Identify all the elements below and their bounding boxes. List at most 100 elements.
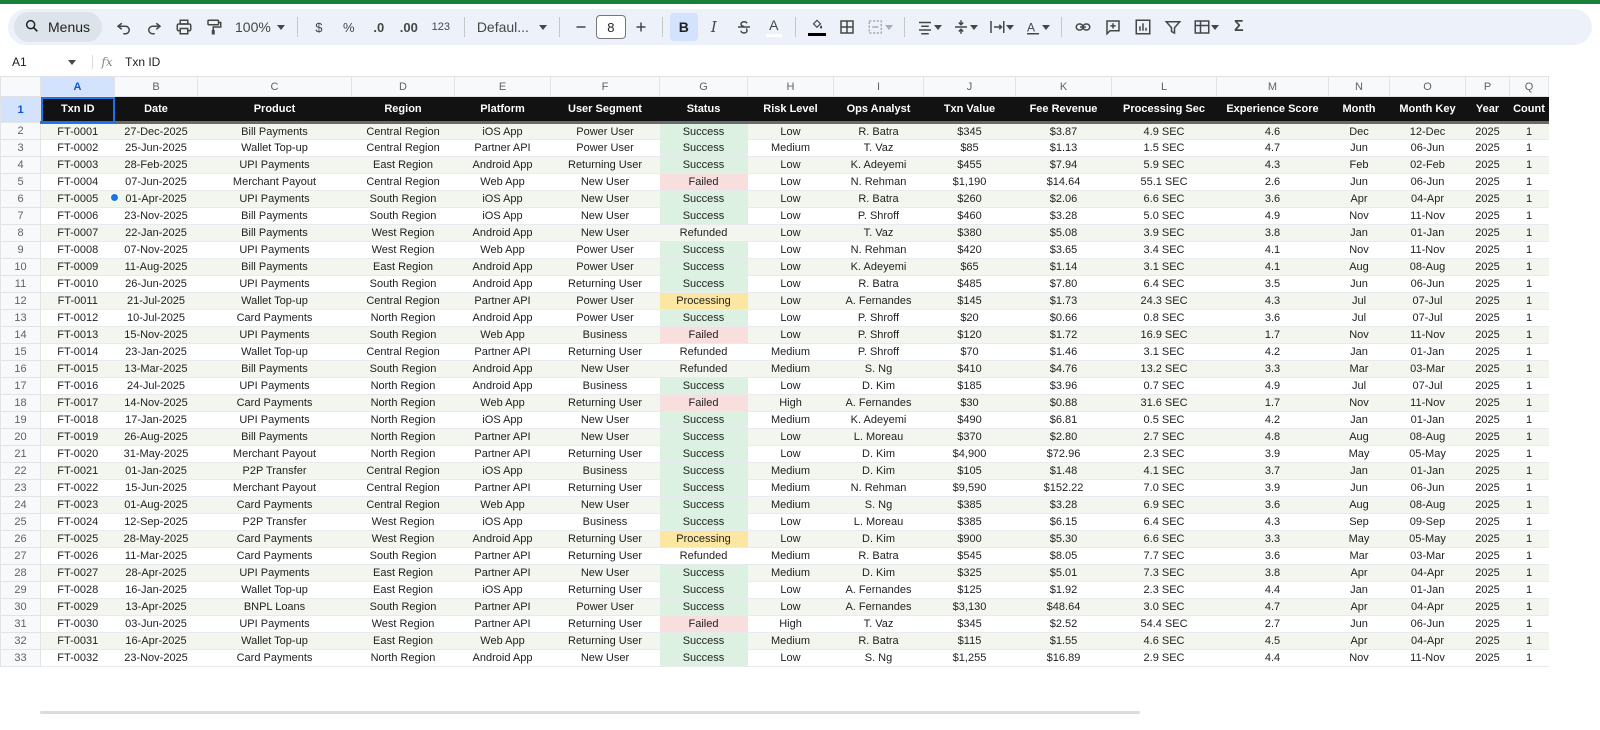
table-cell[interactable]: 08-Aug bbox=[1389, 428, 1466, 446]
table-cell[interactable]: $370 bbox=[923, 428, 1016, 446]
table-cell[interactable]: Partner API bbox=[454, 615, 551, 633]
table-cell[interactable]: $125 bbox=[923, 581, 1016, 599]
table-cell[interactable]: Nov bbox=[1328, 649, 1390, 667]
table-cell[interactable]: $5.08 bbox=[1015, 224, 1112, 242]
table-cell[interactable]: Card Payments bbox=[197, 649, 352, 667]
table-cell[interactable]: 4.3 bbox=[1216, 513, 1329, 531]
table-cell[interactable]: New User bbox=[550, 428, 660, 446]
table-cell[interactable]: 1.7 bbox=[1216, 326, 1329, 344]
table-cell[interactable]: T. Vaz bbox=[833, 224, 924, 242]
header-cell[interactable]: Fee Revenue bbox=[1015, 96, 1112, 124]
table-cell[interactable]: $5.30 bbox=[1015, 530, 1112, 548]
table-cell[interactable]: S. Ng bbox=[833, 649, 924, 667]
table-cell[interactable]: $900 bbox=[923, 530, 1016, 548]
decrease-font-size-button[interactable] bbox=[567, 13, 595, 41]
table-cell[interactable]: FT-0026 bbox=[40, 547, 115, 565]
table-cell[interactable]: 05-May bbox=[1389, 445, 1466, 463]
table-cell[interactable]: D. Kim bbox=[833, 445, 924, 463]
table-cell[interactable]: 2025 bbox=[1465, 411, 1510, 429]
status-cell[interactable]: Success bbox=[659, 632, 748, 650]
table-cell[interactable]: 16-Jan-2025 bbox=[114, 581, 198, 599]
table-cell[interactable]: Returning User bbox=[550, 479, 660, 497]
table-cell[interactable]: 09-Sep bbox=[1389, 513, 1466, 531]
table-cell[interactable]: 2.7 SEC bbox=[1111, 428, 1217, 446]
table-cell[interactable]: FT-0011 bbox=[40, 292, 115, 310]
table-cell[interactable]: Power User bbox=[550, 292, 660, 310]
table-cell[interactable]: South Region bbox=[351, 326, 455, 344]
table-cell[interactable]: Low bbox=[747, 207, 834, 225]
table-cell[interactable]: T. Vaz bbox=[833, 615, 924, 633]
table-cell[interactable]: 3.0 SEC bbox=[1111, 598, 1217, 616]
table-cell[interactable]: 3.8 bbox=[1216, 564, 1329, 582]
table-cell[interactable]: $9,590 bbox=[923, 479, 1016, 497]
table-cell[interactable]: FT-0023 bbox=[40, 496, 115, 514]
menus-search[interactable]: Menus bbox=[14, 12, 102, 42]
table-cell[interactable]: Bill Payments bbox=[197, 360, 352, 378]
table-cell[interactable]: 06-Jun bbox=[1389, 479, 1466, 497]
table-cell[interactable]: FT-0032 bbox=[40, 649, 115, 667]
table-cell[interactable]: 11-Nov bbox=[1389, 394, 1466, 412]
table-cell[interactable]: $1.92 bbox=[1015, 581, 1112, 599]
table-cell[interactable]: 2025 bbox=[1465, 581, 1510, 599]
table-cell[interactable]: 4.3 bbox=[1216, 292, 1329, 310]
status-cell[interactable]: Success bbox=[659, 581, 748, 599]
table-cell[interactable]: 4.7 bbox=[1216, 139, 1329, 157]
table-cell[interactable]: 12-Sep-2025 bbox=[114, 513, 198, 531]
table-cell[interactable]: Medium bbox=[747, 411, 834, 429]
table-cell[interactable]: 4.1 SEC bbox=[1111, 462, 1217, 480]
table-cell[interactable]: FT-0027 bbox=[40, 564, 115, 582]
table-cell[interactable]: 2025 bbox=[1465, 564, 1510, 582]
status-cell[interactable]: Success bbox=[659, 190, 748, 208]
table-cell[interactable]: 02-Feb bbox=[1389, 156, 1466, 174]
merge-icon[interactable] bbox=[863, 13, 897, 41]
row-number[interactable]: 29 bbox=[0, 581, 41, 599]
table-cell[interactable]: Partner API bbox=[454, 428, 551, 446]
row-number[interactable]: 3 bbox=[0, 139, 41, 157]
column-header-f[interactable]: F bbox=[550, 76, 660, 97]
table-cell[interactable]: $485 bbox=[923, 275, 1016, 293]
table-cell[interactable]: Medium bbox=[747, 462, 834, 480]
table-cell[interactable]: 06-Jun bbox=[1389, 173, 1466, 191]
table-cell[interactable]: FT-0015 bbox=[40, 360, 115, 378]
table-cell[interactable]: Low bbox=[747, 309, 834, 327]
row-number[interactable]: 28 bbox=[0, 564, 41, 582]
table-cell[interactable]: Low bbox=[747, 428, 834, 446]
table-cell[interactable]: 1 bbox=[1509, 156, 1549, 174]
table-cell[interactable]: High bbox=[747, 615, 834, 633]
table-cell[interactable]: $460 bbox=[923, 207, 1016, 225]
table-cell[interactable]: 26-Jun-2025 bbox=[114, 275, 198, 293]
table-cell[interactable]: 1 bbox=[1509, 462, 1549, 480]
table-cell[interactable]: $4,900 bbox=[923, 445, 1016, 463]
more-formats-button[interactable]: 123 bbox=[425, 13, 457, 41]
table-cell[interactable]: Low bbox=[747, 224, 834, 242]
table-cell[interactable]: R. Batra bbox=[833, 275, 924, 293]
table-cell[interactable]: New User bbox=[550, 564, 660, 582]
table-cell[interactable]: Feb bbox=[1328, 156, 1390, 174]
select-all-corner[interactable] bbox=[0, 76, 41, 97]
table-cell[interactable]: Returning User bbox=[550, 445, 660, 463]
align-icon[interactable] bbox=[912, 13, 946, 41]
status-cell[interactable]: Success bbox=[659, 139, 748, 157]
table-cell[interactable]: 1 bbox=[1509, 326, 1549, 344]
table-cell[interactable]: 1 bbox=[1509, 343, 1549, 361]
table-cell[interactable]: Medium bbox=[747, 632, 834, 650]
table-cell[interactable]: Low bbox=[747, 275, 834, 293]
header-cell[interactable]: User Segment bbox=[550, 96, 660, 124]
table-cell[interactable]: Web App bbox=[454, 241, 551, 259]
table-cell[interactable]: $420 bbox=[923, 241, 1016, 259]
table-cell[interactable]: Nov bbox=[1328, 241, 1390, 259]
table-cell[interactable]: 2025 bbox=[1465, 139, 1510, 157]
table-cell[interactable]: 2025 bbox=[1465, 207, 1510, 225]
table-cell[interactable]: N. Rehman bbox=[833, 241, 924, 259]
table-cell[interactable]: FT-0018 bbox=[40, 411, 115, 429]
table-cell[interactable]: 2025 bbox=[1465, 156, 1510, 174]
redo-icon[interactable] bbox=[140, 13, 168, 41]
table-cell[interactable]: $3.87 bbox=[1015, 122, 1112, 140]
table-cell[interactable]: 4.6 SEC bbox=[1111, 632, 1217, 650]
functions-icon[interactable]: Σ bbox=[1225, 13, 1253, 41]
column-header-b[interactable]: B bbox=[114, 76, 198, 97]
table-cell[interactable]: North Region bbox=[351, 377, 455, 395]
table-cell[interactable]: FT-0013 bbox=[40, 326, 115, 344]
row-number[interactable]: 25 bbox=[0, 513, 41, 531]
selection-fill-handle[interactable] bbox=[110, 193, 119, 202]
